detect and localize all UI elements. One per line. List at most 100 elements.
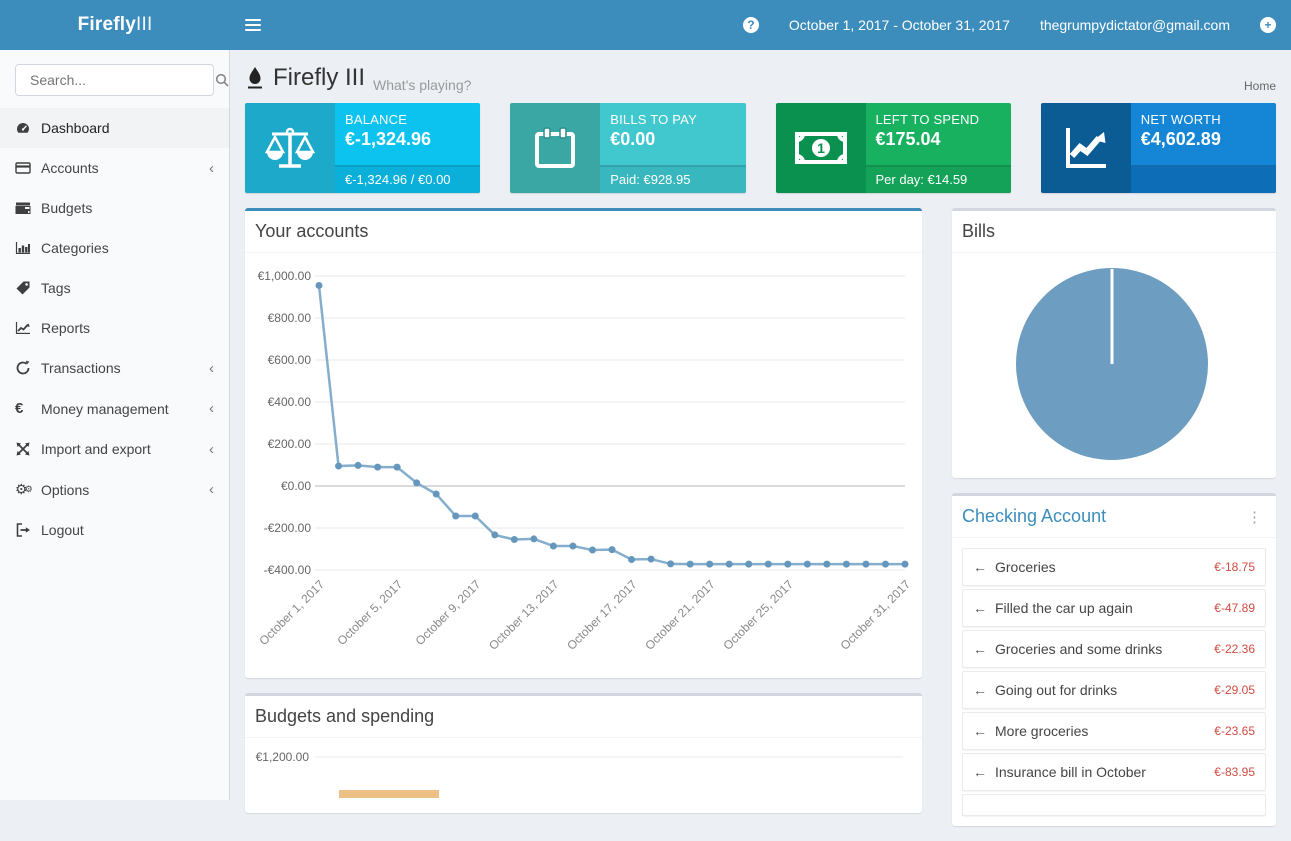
- info-box-label: LEFT TO SPEND: [876, 112, 1001, 127]
- chart-point[interactable]: [648, 556, 655, 563]
- sidebar-item-dashboard[interactable]: Dashboard: [0, 108, 229, 148]
- chart-point[interactable]: [472, 513, 479, 520]
- transaction-row[interactable]: ←Insurance bill in October€-83.95: [962, 753, 1266, 791]
- chevron-left-icon: ‹: [209, 401, 214, 416]
- new-transaction-button[interactable]: +: [1245, 0, 1291, 50]
- page-subtitle: What's playing?: [373, 77, 471, 93]
- brand-logo[interactable]: FireflyIII: [0, 0, 230, 50]
- info-box-label: NET WORTH: [1141, 112, 1266, 127]
- transaction-description[interactable]: More groceries: [995, 723, 1088, 739]
- chart-point[interactable]: [316, 282, 323, 289]
- sidebar-item-money-management[interactable]: € Money management ‹: [0, 388, 229, 429]
- y-axis-tick: -€400.00: [264, 563, 312, 577]
- transaction-description[interactable]: Groceries and some drinks: [995, 641, 1162, 657]
- search-input[interactable]: [28, 71, 213, 89]
- info-box-row: BALANCE €-1,324.96 €-1,324.96 / €0.00 BI…: [245, 103, 1276, 193]
- chart-point[interactable]: [726, 561, 733, 568]
- chart-point[interactable]: [491, 531, 498, 538]
- transaction-row-partial: [962, 794, 1266, 816]
- chart-point[interactable]: [374, 464, 381, 471]
- y-axis-tick: €0.00: [281, 479, 311, 493]
- transaction-row[interactable]: ←Groceries€-18.75: [962, 548, 1266, 586]
- sidebar-item-label: Dashboard: [41, 120, 110, 136]
- sidebar-item-import-export[interactable]: Import and export ‹: [0, 429, 229, 469]
- chart-point[interactable]: [413, 479, 420, 486]
- chart-point[interactable]: [745, 561, 752, 568]
- chart-point[interactable]: [530, 535, 537, 542]
- chart-point[interactable]: [765, 561, 772, 568]
- transaction-description[interactable]: Going out for drinks: [995, 682, 1117, 698]
- chart-point[interactable]: [452, 513, 459, 520]
- chart-point[interactable]: [394, 464, 401, 471]
- chart-point[interactable]: [589, 547, 596, 554]
- transaction-row[interactable]: ←More groceries€-23.65: [962, 712, 1266, 750]
- chart-point[interactable]: [511, 536, 518, 543]
- ellipsis-v-icon[interactable]: ⋮: [1243, 508, 1266, 526]
- date-range-button[interactable]: October 1, 2017 - October 31, 2017: [774, 0, 1025, 50]
- breadcrumb-home[interactable]: Home: [1244, 79, 1276, 93]
- help-button[interactable]: ?: [728, 0, 774, 50]
- transaction-row[interactable]: ←Groceries and some drinks€-22.36: [962, 630, 1266, 668]
- panel-title-your-accounts: Your accounts: [255, 221, 368, 242]
- sidebar-item-categories[interactable]: Categories: [0, 228, 229, 268]
- sidebar-toggle-button[interactable]: [230, 0, 276, 50]
- search-button[interactable]: [213, 71, 231, 89]
- transaction-description[interactable]: Insurance bill in October: [995, 764, 1146, 780]
- sidebar-item-reports[interactable]: Reports: [0, 308, 229, 348]
- sidebar-item-logout[interactable]: Logout: [0, 510, 229, 550]
- sidebar-item-label: Categories: [41, 240, 109, 256]
- transaction-description[interactable]: Filled the car up again: [995, 600, 1133, 616]
- withdrawal-arrow-icon: ←: [973, 559, 987, 575]
- sidebar-item-transactions[interactable]: Transactions ‹: [0, 348, 229, 388]
- chart-point[interactable]: [667, 560, 674, 567]
- chart-point[interactable]: [433, 490, 440, 497]
- sidebar-item-accounts[interactable]: Accounts ‹: [0, 148, 229, 188]
- chart-point[interactable]: [784, 561, 791, 568]
- euro-icon: €: [15, 400, 41, 417]
- chart-point[interactable]: [355, 462, 362, 469]
- chart-point[interactable]: [609, 546, 616, 553]
- chart-point[interactable]: [902, 561, 909, 568]
- budget-bar[interactable]: [339, 790, 439, 798]
- transaction-row[interactable]: ←Filled the car up again€-47.89: [962, 589, 1266, 627]
- chart-point[interactable]: [862, 561, 869, 568]
- sidebar-item-tags[interactable]: Tags: [0, 268, 229, 308]
- chart-point[interactable]: [823, 561, 830, 568]
- chart-point[interactable]: [569, 543, 576, 550]
- sidebar-item-options[interactable]: ⚙⚙ Options ‹: [0, 469, 229, 510]
- sidebar-item-label: Logout: [41, 522, 84, 538]
- info-box-footer: Per day: €14.59: [866, 167, 1011, 193]
- info-box-value: €0.00: [610, 129, 735, 150]
- info-box-label: BILLS TO PAY: [610, 112, 735, 127]
- user-email-menu[interactable]: thegrumpydictator@gmail.com: [1025, 0, 1245, 50]
- withdrawal-arrow-icon: ←: [973, 764, 987, 780]
- sidebar: Dashboard Accounts ‹ Budgets Categories: [0, 50, 230, 800]
- sidebar-item-label: Transactions: [41, 360, 121, 376]
- x-axis-tick: October 5, 2017: [334, 577, 405, 648]
- arrows-icon: [15, 441, 41, 457]
- chart-point[interactable]: [843, 561, 850, 568]
- y-axis-tick: €800.00: [268, 311, 312, 325]
- bills-pie-chart: [962, 263, 1263, 463]
- panel-title-checking-account[interactable]: Checking Account: [962, 506, 1106, 527]
- y-axis-tick: €1,000.00: [258, 269, 312, 283]
- chart-point[interactable]: [335, 463, 342, 470]
- sidebar-item-label: Import and export: [41, 441, 151, 457]
- y-axis-tick: -€200.00: [264, 521, 312, 535]
- sidebar-search: [15, 64, 214, 96]
- chart-point[interactable]: [687, 561, 694, 568]
- chart-line-icon: [1041, 103, 1131, 193]
- x-axis-tick: October 21, 2017: [642, 577, 718, 653]
- chart-point[interactable]: [804, 561, 811, 568]
- chart-point[interactable]: [706, 561, 713, 568]
- sidebar-item-label: Accounts: [41, 160, 99, 176]
- transaction-description[interactable]: Groceries: [995, 559, 1056, 575]
- chart-point[interactable]: [882, 561, 889, 568]
- chart-point[interactable]: [628, 556, 635, 563]
- sidebar-item-budgets[interactable]: Budgets: [0, 188, 229, 228]
- chart-point[interactable]: [550, 543, 557, 550]
- x-axis-tick: October 1, 2017: [256, 577, 327, 648]
- info-box-value: €4,602.89: [1141, 129, 1266, 150]
- money-bill-icon: 1: [776, 103, 866, 193]
- transaction-row[interactable]: ←Going out for drinks€-29.05: [962, 671, 1266, 709]
